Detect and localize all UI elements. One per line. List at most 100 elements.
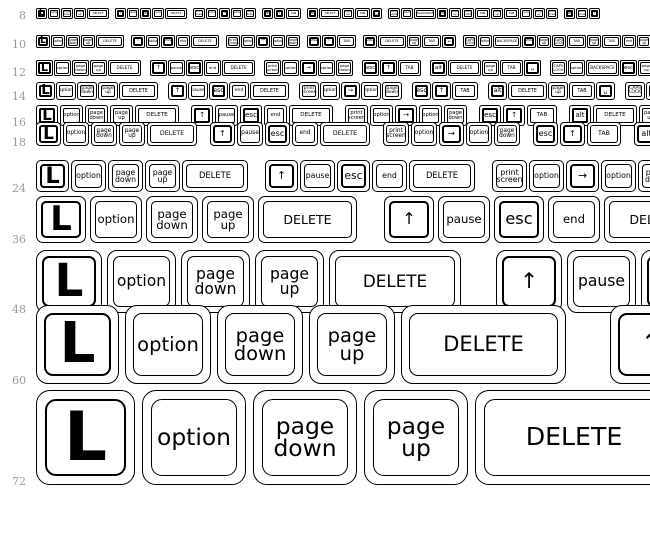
keycap-face: CAPS LOCK [465, 37, 475, 46]
keycap-label: print screen [347, 109, 366, 121]
keycap-glyph: L [36, 160, 69, 192]
keycap-glyph: DELETE [320, 122, 370, 146]
keycap-label: esc [244, 110, 258, 120]
keycap-face: DELETE [321, 10, 339, 17]
keycap-label: option [320, 65, 333, 71]
keycap-glyph: option [142, 390, 246, 485]
keycap-glyph: esc [161, 35, 175, 48]
keycap-face: end [267, 108, 284, 123]
keycap-face: DELETE [609, 201, 650, 238]
keycap-glyph: pause [300, 160, 335, 192]
keycap-face: page up [344, 10, 352, 17]
keycap-label: CAPS LOCK [464, 10, 472, 16]
keycap-glyph: end [622, 35, 636, 48]
keycap-glyph: esc [140, 8, 151, 19]
keycap-glyph: esc [262, 8, 273, 19]
keycap-face: option [480, 37, 490, 46]
keycap-face: L [39, 84, 52, 97]
keycap-glyph: L [36, 122, 61, 146]
keycap-label: option [363, 87, 379, 93]
keycap-face: pause [170, 62, 183, 74]
keycap-glyph: option [568, 60, 585, 76]
keycap-label: DELETE [604, 111, 626, 118]
keycap-glyph: TAB [475, 8, 490, 19]
keycap-glyph: end [176, 35, 190, 48]
keycap-glyph: L [36, 390, 135, 485]
keycap-glyph: end [229, 82, 249, 100]
keycap-glyph: → [219, 8, 230, 19]
keycap-glyph: → [566, 160, 599, 192]
keycap-face: print screen [228, 37, 238, 46]
keycap-face: TAB [502, 62, 521, 74]
keycap-face: DELETE [122, 85, 155, 97]
keycap-label: L [42, 105, 52, 124]
keycap-face: TAB [357, 10, 368, 17]
keycap-glyph: page down [72, 60, 89, 76]
keycap-face: end [624, 37, 634, 46]
specimen-row-10: 10 Loption page down page up DELETE ↑ pause esc… [0, 35, 650, 56]
keycap-label: page up [451, 10, 459, 16]
keycap-glyph: DELETE [319, 8, 341, 19]
keycap-face: pause [191, 85, 205, 97]
keycap-label: TAB [507, 65, 516, 71]
keycap-glyph: CAPS LOCK [625, 82, 645, 100]
keycap-glyph: page up [255, 250, 324, 313]
keycap-label: BACKSPACE [590, 65, 615, 71]
keycap-face: L [45, 399, 126, 476]
keycap-face: ↑ [117, 10, 124, 17]
keycap-face: ↑ [618, 313, 650, 376]
keycap-glyph: print screen [546, 8, 558, 19]
keycap-glyph: option [529, 160, 564, 192]
keycap-glyph: TAB [286, 8, 301, 19]
keycap-label: print screen [301, 85, 317, 95]
keycap-glyph: ↑ [115, 8, 126, 19]
keycap-face: DELETE [224, 62, 253, 74]
keycap-face: DELETE [150, 125, 194, 143]
keycap-face: option [373, 108, 390, 123]
keycap-face: end [295, 125, 315, 143]
keycap-glyph: page up [74, 8, 86, 19]
keycap-face: esc [188, 62, 201, 74]
keycap-face: option [53, 37, 63, 46]
keycap-face: print screen [195, 10, 203, 17]
keycap-glyph: DELETE [182, 160, 248, 192]
keycap-glyph: esc [533, 122, 558, 146]
keycap-label: pause [148, 39, 158, 44]
keycap-glyph: page down [77, 82, 97, 100]
keycap-label: ↑ [174, 87, 181, 95]
keycap-face: option [469, 125, 489, 143]
keycap-label: page down [288, 37, 298, 45]
keycap-label: print screen [194, 10, 204, 16]
keycap-glyph: esc [620, 60, 637, 76]
keycap-face: page down [447, 108, 464, 123]
keycap-face: TAB [572, 85, 592, 97]
keycap-glyph: print screen [226, 35, 240, 48]
keycap-glyph: page up [407, 35, 421, 48]
keycap-label: esc [264, 10, 271, 15]
keycap-face: L [41, 201, 81, 238]
keycap-face: ↑ [382, 62, 395, 74]
keycap-glyph: alt [307, 8, 318, 19]
keycap-glyph: DELETE [508, 82, 547, 100]
keycap-label: DELETE [443, 332, 524, 357]
keycap-face: option [95, 201, 137, 238]
keycap-face: page down [187, 256, 244, 307]
keycap-label: end [382, 171, 397, 181]
keycap-sequence: Loption page down page up DELETE ↑ pause esc en… [36, 160, 650, 192]
keycap-label: DELETE [103, 38, 117, 43]
keycap-face: ↑ [213, 125, 232, 143]
keycap-glyph: ↑ [322, 35, 336, 48]
keycap-glyph: ↑ [432, 82, 451, 100]
keycap-sequence: Loption page down page up DELETE ↑ pause esc en… [36, 196, 650, 243]
keycap-face: esc [364, 62, 377, 74]
keycap-glyph: DELETE [258, 196, 357, 243]
keycap-label: DELETE [146, 111, 168, 118]
keycap-glyph: → [300, 60, 317, 76]
keycap-face: option [113, 256, 170, 307]
keycap-label: option [606, 171, 631, 181]
keycap-label: CAPS LOCK [390, 10, 398, 16]
keycap-face: option [403, 10, 411, 17]
keycap-label: page down [114, 167, 137, 184]
keycap-label: pause [577, 272, 626, 291]
keycap-label: option [232, 11, 242, 15]
